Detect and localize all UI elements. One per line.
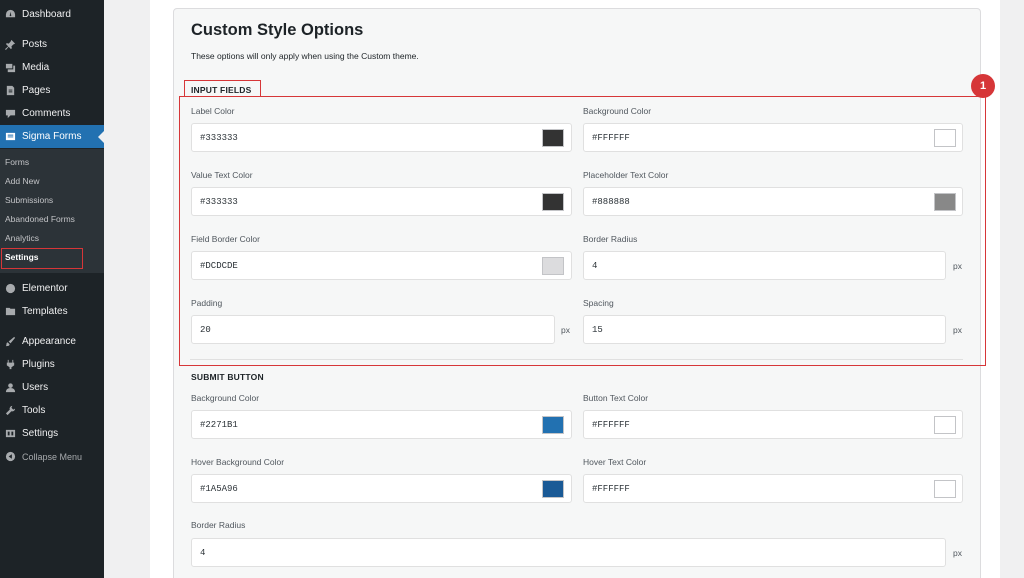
hover-text-color-label: Hover Text Color — [583, 457, 647, 467]
sidebar-item-label: Settings — [22, 428, 59, 439]
sidebar-item-label: Templates — [22, 306, 68, 317]
sidebar-item-users[interactable]: Users — [0, 376, 104, 399]
plugin-icon — [5, 359, 16, 370]
dashboard-icon — [5, 9, 16, 20]
pin-icon — [5, 39, 16, 50]
button-border-radius-label: Border Radius — [191, 520, 246, 530]
admin-sidebar: Dashboard Posts Media Pages Comments Sig… — [0, 0, 104, 578]
input-fields-heading-highlight — [184, 80, 261, 97]
hover-background-color-input[interactable] — [191, 474, 572, 503]
button-text-color-swatch[interactable] — [934, 416, 956, 434]
submenu-item-add-new[interactable]: Add New — [5, 176, 40, 186]
sidebar-item-sigma-forms[interactable]: Sigma Forms — [0, 125, 104, 148]
sidebar-item-appearance[interactable]: Appearance — [0, 330, 104, 353]
sidebar-item-label: Users — [22, 382, 49, 393]
sidebar-item-label: Sigma Forms — [22, 131, 82, 142]
sidebar-item-templates[interactable]: Templates — [0, 300, 104, 323]
wrench-icon — [5, 405, 16, 416]
page-description: These options will only apply when using… — [191, 51, 419, 61]
collapse-icon — [5, 451, 16, 462]
button-text-color-label: Button Text Color — [583, 393, 649, 403]
collapse-menu-button[interactable]: Collapse Menu — [0, 445, 104, 468]
hover-text-color-input[interactable] — [583, 474, 963, 503]
submenu-item-forms[interactable]: Forms — [5, 157, 29, 167]
media-icon — [5, 62, 16, 73]
sidebar-item-settings[interactable]: Settings — [0, 422, 104, 445]
sidebar-item-label: Media — [22, 62, 50, 73]
sidebar-item-tools[interactable]: Tools — [0, 399, 104, 422]
button-background-color-input[interactable] — [191, 410, 572, 439]
folder-icon — [5, 306, 16, 317]
pages-icon — [5, 85, 16, 96]
sidebar-item-elementor[interactable]: Elementor — [0, 277, 104, 300]
forms-icon — [5, 131, 16, 142]
submenu-item-abandoned-forms[interactable]: Abandoned Forms — [5, 214, 75, 224]
sidebar-item-label: Collapse Menu — [22, 451, 83, 462]
input-fields-highlight-box — [179, 96, 986, 366]
annotation-badge: 1 — [971, 74, 995, 98]
comment-icon — [5, 108, 16, 119]
page-title: Custom Style Options — [191, 21, 364, 39]
sidebar-item-label: Elementor — [22, 283, 68, 294]
button-text-color-input[interactable] — [583, 410, 963, 439]
button-border-radius-input[interactable] — [191, 538, 946, 567]
sidebar-item-label: Posts — [22, 39, 48, 50]
sidebar-item-label: Plugins — [22, 359, 55, 370]
sidebar-item-label: Tools — [22, 405, 46, 416]
button-border-radius-unit: px — [953, 548, 962, 558]
hover-background-color-swatch[interactable] — [542, 480, 564, 498]
sidebar-item-plugins[interactable]: Plugins — [0, 353, 104, 376]
button-background-color-swatch[interactable] — [542, 416, 564, 434]
sidebar-item-label: Pages — [22, 85, 51, 96]
sidebar-item-label: Comments — [22, 108, 71, 119]
settings-highlight-box — [1, 248, 83, 269]
sidebar-item-pages[interactable]: Pages — [0, 79, 104, 102]
submenu-item-submissions[interactable]: Submissions — [5, 195, 53, 205]
button-background-color-label: Background Color — [191, 393, 260, 403]
brush-icon — [5, 336, 16, 347]
settings-icon — [5, 428, 16, 439]
section-heading-submit-button: SUBMIT BUTTON — [191, 372, 264, 382]
sidebar-item-dashboard[interactable]: Dashboard — [0, 3, 104, 26]
hover-background-color-label: Hover Background Color — [191, 457, 285, 467]
submenu-item-analytics[interactable]: Analytics — [5, 233, 39, 243]
sidebar-item-posts[interactable]: Posts — [0, 33, 104, 56]
hover-text-color-swatch[interactable] — [934, 480, 956, 498]
sidebar-item-label: Dashboard — [22, 9, 71, 20]
sidebar-item-media[interactable]: Media — [0, 56, 104, 79]
elementor-icon — [5, 283, 16, 294]
user-icon — [5, 382, 16, 393]
sidebar-item-comments[interactable]: Comments — [0, 102, 104, 125]
sidebar-item-label: Appearance — [22, 336, 76, 347]
